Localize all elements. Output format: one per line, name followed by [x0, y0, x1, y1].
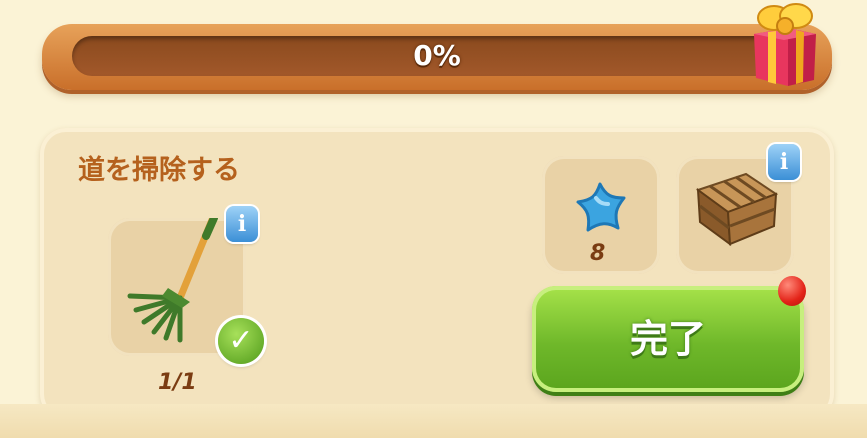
tool-info-button[interactable]: i [226, 206, 258, 242]
complete-button[interactable]: 完了 [532, 286, 804, 392]
progress-bar-track: 0% [72, 36, 802, 76]
progress-bar-frame: 0% [42, 24, 832, 90]
notification-dot [778, 276, 806, 306]
reward-item-info-button[interactable]: i [768, 144, 800, 180]
progress-percent-label: 0% [413, 39, 461, 72]
task-panel: 道を掃除する i ✓ 1/1 8 i 完了 [40, 128, 834, 420]
check-icon: ✓ [218, 318, 264, 364]
bottom-strip [0, 404, 867, 438]
gift-box-icon[interactable] [748, 0, 820, 90]
complete-button-label: 完了 [629, 317, 706, 361]
tool-count: 1/1 [158, 370, 197, 395]
task-title: 道を掃除する [78, 155, 240, 186]
star-cost-amount: 8 [590, 241, 606, 266]
